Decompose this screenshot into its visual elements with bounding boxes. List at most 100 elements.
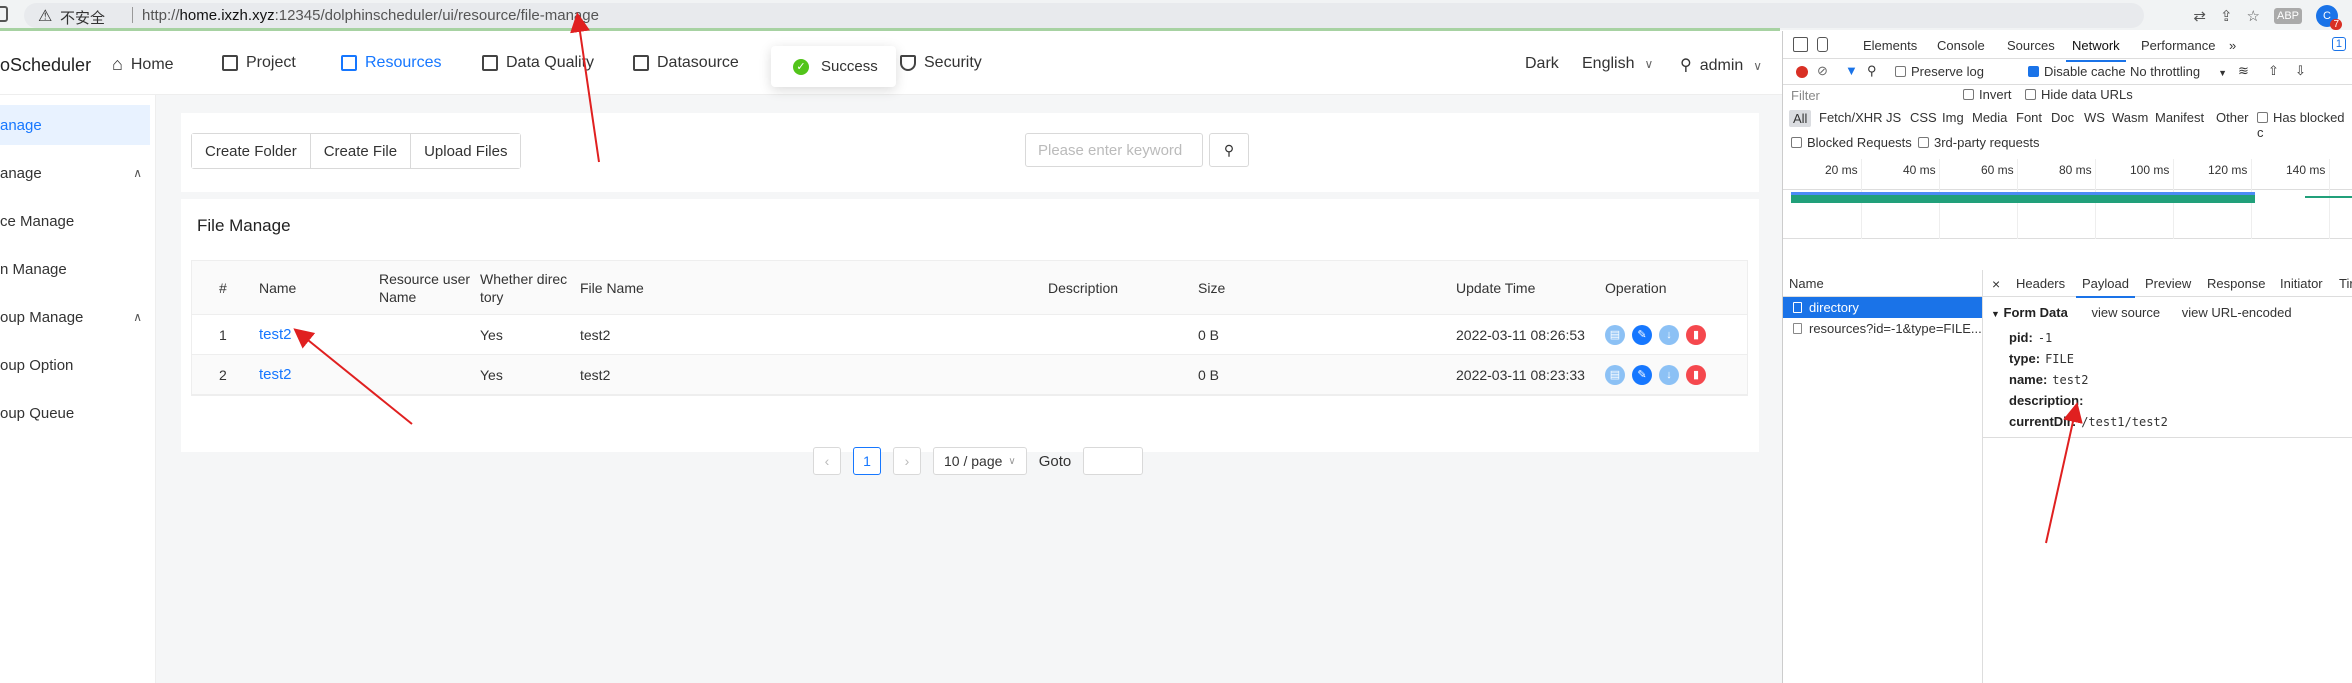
type-filter-doc[interactable]: Doc — [2051, 110, 2074, 125]
pencil-icon: ✎ — [1637, 328, 1647, 341]
tab-preview[interactable]: Preview — [2145, 276, 2191, 291]
disable-cache-checkbox[interactable]: Disable cache — [2028, 64, 2126, 79]
row-name-link[interactable]: test2 — [259, 366, 292, 384]
address-bar[interactable]: ⚠ 不安全 http://home.ixzh.xyz:12345/dolphin… — [24, 3, 2144, 28]
page-number[interactable]: 1 — [853, 447, 881, 475]
view-button[interactable]: ▤ — [1605, 364, 1625, 385]
export-icon[interactable]: ⇩ — [2295, 63, 2306, 79]
sidebar-item-resource-manage[interactable]: ce Manage — [0, 201, 150, 241]
row-update-time: 2022-03-11 08:26:53 — [1456, 326, 1585, 343]
download-button[interactable]: ↓ — [1659, 324, 1679, 345]
tab-payload[interactable]: Payload — [2076, 276, 2135, 298]
translate-icon[interactable]: ⇄ — [2193, 7, 2206, 25]
search-icon[interactable]: ⚲ — [1867, 63, 1877, 79]
adblock-icon[interactable]: ABP — [2273, 7, 2302, 24]
type-filter-media[interactable]: Media — [1972, 110, 2007, 125]
request-item-resources[interactable]: resources?id=-1&type=FILE... — [1783, 318, 1982, 339]
type-filter-other[interactable]: Other — [2216, 110, 2249, 125]
search-input[interactable] — [1025, 133, 1203, 167]
clear-icon[interactable]: ⊘ — [1817, 63, 1828, 79]
inspect-icon[interactable] — [1793, 37, 1808, 52]
warning-icon[interactable]: ⚠ — [38, 6, 52, 26]
url-text[interactable]: http://home.ixzh.xyz:12345/dolphinschedu… — [142, 7, 599, 24]
type-filter-font[interactable]: Font — [2016, 110, 2042, 125]
name-column-header[interactable]: Name — [1789, 276, 1824, 291]
delete-button[interactable]: ▮ — [1686, 364, 1706, 385]
prev-page-button[interactable]: ‹ — [813, 447, 841, 475]
chevron-right-icon: › — [904, 453, 910, 469]
tab-timing[interactable]: Tir — [2339, 276, 2352, 291]
create-file-button[interactable]: Create File — [310, 134, 412, 168]
record-icon[interactable] — [1796, 66, 1808, 78]
blocked-requests-checkbox[interactable]: Blocked Requests — [1791, 135, 1912, 150]
import-icon[interactable]: ⇧ — [2268, 63, 2279, 79]
type-filter-ws[interactable]: WS — [2084, 110, 2105, 125]
tab-icon[interactable] — [0, 6, 8, 22]
device-toolbar-icon[interactable] — [1817, 37, 1828, 52]
create-folder-button[interactable]: Create Folder — [192, 134, 311, 168]
tab-elements[interactable]: Elements — [1863, 38, 1917, 53]
nav-home[interactable]: ⌂ Home — [112, 54, 174, 75]
page-size-select[interactable]: 10 / page ∨ — [933, 447, 1027, 475]
tab-headers[interactable]: Headers — [2016, 276, 2065, 291]
type-filter-js[interactable]: JS — [1886, 110, 1901, 125]
type-filter-manifest[interactable]: Manifest — [2155, 110, 2204, 125]
nav-project[interactable]: Project — [222, 54, 296, 72]
type-filter-all[interactable]: All — [1789, 110, 1812, 127]
delete-button[interactable]: ▮ — [1686, 324, 1706, 345]
nav-data-quality[interactable]: Data Quality — [482, 54, 594, 72]
goto-input[interactable] — [1083, 447, 1144, 475]
extension-icon[interactable]: C7 — [2316, 4, 2342, 30]
sidebar-item-task-group-option[interactable]: oup Option — [0, 345, 150, 385]
request-item-directory[interactable]: directory — [1783, 297, 1982, 318]
nav-security[interactable]: Security — [900, 54, 982, 72]
language-select[interactable]: English ∨ — [1582, 55, 1653, 73]
row-name-link[interactable]: test2 — [259, 326, 292, 344]
theme-toggle[interactable]: Dark — [1525, 55, 1559, 73]
sidebar-item-task-group-manage[interactable]: oup Manage ∧ — [0, 297, 150, 337]
wifi-icon[interactable]: ≋ — [2238, 63, 2249, 79]
sidebar-item-file-manage[interactable]: anage — [0, 105, 150, 145]
tab-performance[interactable]: Performance — [2141, 38, 2215, 53]
nav-resources[interactable]: Resources — [341, 54, 441, 72]
tab-sources[interactable]: Sources — [2007, 38, 2055, 53]
app-logo[interactable]: oScheduler — [0, 55, 91, 76]
edit-button[interactable]: ✎ — [1632, 364, 1652, 385]
search-button[interactable]: ⚲ — [1209, 133, 1249, 167]
hide-data-urls-checkbox[interactable]: Hide data URLs — [2025, 87, 2133, 102]
view-source-link[interactable]: view source — [2091, 305, 2160, 320]
filter-icon[interactable]: ▼ — [1845, 63, 1858, 78]
type-filter-xhr[interactable]: Fetch/XHR — [1819, 110, 1883, 125]
close-icon[interactable]: × — [1992, 276, 2000, 292]
user-menu[interactable]: ⚲ admin ∨ — [1680, 55, 1762, 75]
invert-checkbox[interactable]: Invert — [1963, 87, 2012, 102]
type-filter-wasm[interactable]: Wasm — [2112, 110, 2148, 125]
dolphinscheduler-app: oScheduler ⌂ Home Project Resources Data… — [0, 31, 1782, 683]
nav-datasource[interactable]: Datasource — [633, 54, 739, 72]
tab-network[interactable]: Network — [2066, 38, 2126, 62]
sidebar-item-task-group-queue[interactable]: oup Queue — [0, 393, 150, 433]
bookmark-star-icon[interactable]: ☆ — [2247, 7, 2260, 25]
view-url-encoded-link[interactable]: view URL-encoded — [2182, 305, 2292, 320]
issues-badge[interactable]: 1 — [2331, 37, 2346, 51]
third-party-checkbox[interactable]: 3rd-party requests — [1918, 135, 2040, 150]
tab-initiator[interactable]: Initiator — [2280, 276, 2323, 291]
form-data-header[interactable]: ▼ Form Data view source view URL-encoded — [1991, 305, 2292, 320]
share-icon[interactable]: ⇪ — [2220, 7, 2233, 25]
upload-files-button[interactable]: Upload Files — [411, 134, 521, 168]
preserve-log-checkbox[interactable]: Preserve log — [1895, 64, 1984, 79]
tab-response[interactable]: Response — [2207, 276, 2266, 291]
type-filter-img[interactable]: Img — [1942, 110, 1964, 125]
next-page-button[interactable]: › — [893, 447, 921, 475]
download-button[interactable]: ↓ — [1659, 364, 1679, 385]
view-button[interactable]: ▤ — [1605, 324, 1625, 345]
insecure-label[interactable]: 不安全 — [60, 7, 105, 28]
sidebar-item-function-manage[interactable]: n Manage — [0, 249, 150, 289]
edit-button[interactable]: ✎ — [1632, 324, 1652, 345]
type-filter-css[interactable]: CSS — [1910, 110, 1937, 125]
filter-input[interactable]: Filter — [1791, 88, 1820, 103]
throttling-select[interactable]: No throttling ▼ — [2130, 64, 2227, 79]
more-tabs-icon[interactable]: » — [2229, 38, 2236, 53]
sidebar-item-udf-manage[interactable]: anage ∧ — [0, 153, 150, 193]
tab-console[interactable]: Console — [1937, 38, 1985, 53]
